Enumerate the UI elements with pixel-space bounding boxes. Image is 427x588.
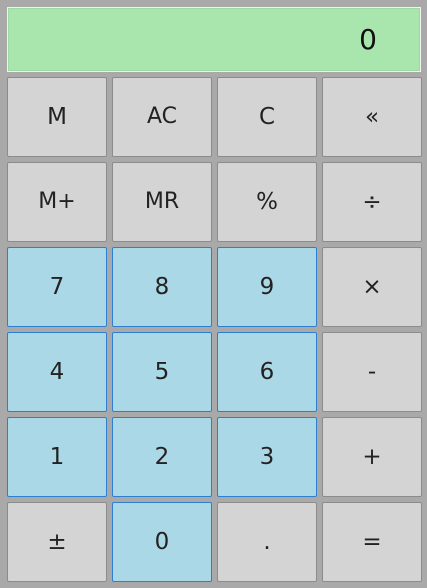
subtract-button[interactable]: - (322, 332, 422, 412)
digit-2-button[interactable]: 2 (112, 417, 212, 497)
calculator: 0 M AC C « M+ MR % ÷ 7 8 9 × 4 5 6 - 1 2… (0, 0, 427, 588)
calculator-display: 0 (7, 7, 421, 72)
percent-button[interactable]: % (217, 162, 317, 242)
digit-4-button[interactable]: 4 (7, 332, 107, 412)
plus-minus-button[interactable]: ± (7, 502, 107, 582)
all-clear-button[interactable]: AC (112, 77, 212, 157)
display-value: 0 (359, 22, 377, 56)
digit-3-button[interactable]: 3 (217, 417, 317, 497)
digit-0-button[interactable]: 0 (112, 502, 212, 582)
digit-8-button[interactable]: 8 (112, 247, 212, 327)
clear-button[interactable]: C (217, 77, 317, 157)
digit-7-button[interactable]: 7 (7, 247, 107, 327)
memory-add-button[interactable]: M+ (7, 162, 107, 242)
digit-5-button[interactable]: 5 (112, 332, 212, 412)
backspace-button[interactable]: « (322, 77, 422, 157)
digit-9-button[interactable]: 9 (217, 247, 317, 327)
digit-6-button[interactable]: 6 (217, 332, 317, 412)
memory-recall-button[interactable]: MR (112, 162, 212, 242)
memory-button[interactable]: M (7, 77, 107, 157)
divide-button[interactable]: ÷ (322, 162, 422, 242)
add-button[interactable]: + (322, 417, 422, 497)
digit-1-button[interactable]: 1 (7, 417, 107, 497)
multiply-button[interactable]: × (322, 247, 422, 327)
decimal-button[interactable]: . (217, 502, 317, 582)
equals-button[interactable]: = (322, 502, 422, 582)
